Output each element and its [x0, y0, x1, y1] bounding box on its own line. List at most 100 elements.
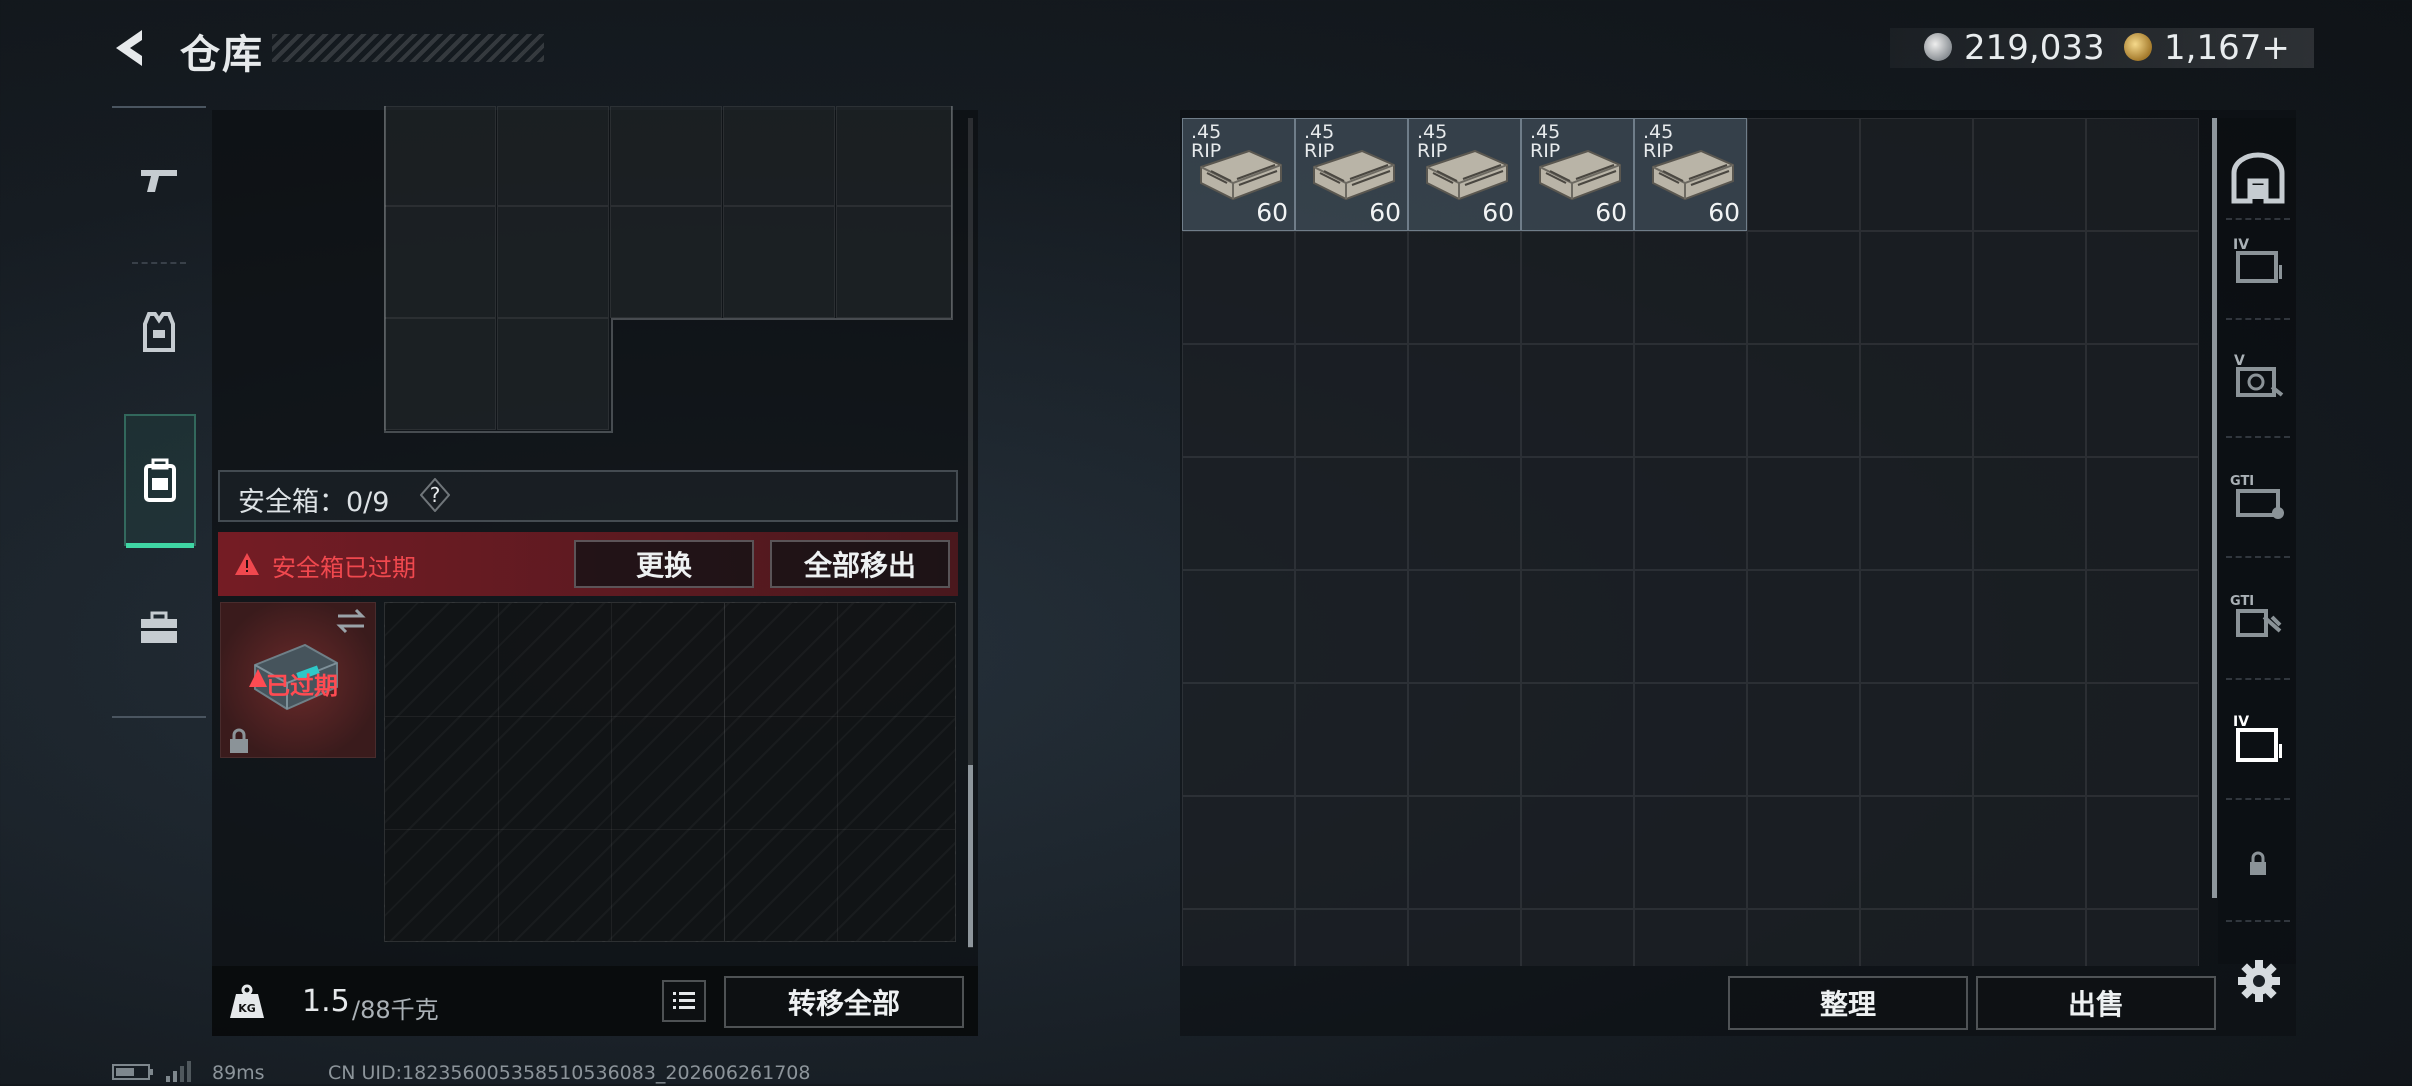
- grid-slot[interactable]: [1408, 909, 1521, 966]
- grid-slot[interactable]: [1408, 231, 1521, 344]
- grid-slot[interactable]: [1634, 796, 1747, 909]
- grid-slot[interactable]: [1973, 231, 2086, 344]
- grid-slot[interactable]: [1634, 344, 1747, 457]
- grid-slot[interactable]: [1973, 457, 2086, 570]
- grid-slot[interactable]: [1408, 683, 1521, 796]
- grid-slot[interactable]: [1295, 909, 1408, 966]
- help-icon[interactable]: ?: [419, 477, 451, 513]
- tab-locked[interactable]: [2226, 832, 2290, 896]
- grid-slot[interactable]: [1295, 683, 1408, 796]
- grid-slot[interactable]: [2086, 683, 2199, 796]
- grid-slot[interactable]: [1295, 796, 1408, 909]
- grid-slot[interactable]: [2086, 570, 2199, 683]
- backpack-scrollbar[interactable]: [968, 765, 973, 947]
- grid-slot[interactable]: [1634, 570, 1747, 683]
- grid-slot[interactable]: [1860, 457, 1973, 570]
- grid-slot[interactable]: [1521, 683, 1634, 796]
- tab-storage-v[interactable]: V: [2226, 344, 2290, 408]
- grid-slot[interactable]: [1973, 796, 2086, 909]
- grid-slot[interactable]: [1860, 909, 1973, 966]
- tab-storage-overview[interactable]: [2226, 146, 2290, 210]
- grid-slot[interactable]: [1973, 344, 2086, 457]
- sort-button[interactable]: 整理: [1728, 976, 1968, 1030]
- grid-slot[interactable]: [1521, 570, 1634, 683]
- grid-slot[interactable]: [1182, 231, 1295, 344]
- grid-slot[interactable]: [1860, 231, 1973, 344]
- grid-slot[interactable]: [1747, 796, 1860, 909]
- warehouse-grid: .45 RIP 60.45 RIP 60.45 RIP 60.45 RIP 60.45 RIP 60: [1182, 118, 2202, 966]
- tab-storage-iv[interactable]: IV: [2226, 228, 2290, 292]
- page-title: 仓库: [180, 32, 264, 78]
- grid-slot[interactable]: [1295, 570, 1408, 683]
- grid-slot[interactable]: [1408, 344, 1521, 457]
- grid-slot[interactable]: [1747, 344, 1860, 457]
- grid-slot[interactable]: [1973, 570, 2086, 683]
- grid-slot[interactable]: [2086, 118, 2199, 231]
- grid-slot[interactable]: [1295, 231, 1408, 344]
- grid-slot[interactable]: [2086, 457, 2199, 570]
- grid-slot[interactable]: [1408, 457, 1521, 570]
- grid-slot[interactable]: [1747, 118, 1860, 231]
- grid-slot[interactable]: [1634, 909, 1747, 966]
- grid-slot[interactable]: [1747, 683, 1860, 796]
- ammo-item[interactable]: .45 RIP 60: [1521, 118, 1634, 231]
- grid-slot[interactable]: [1634, 683, 1747, 796]
- swap-icon[interactable]: [336, 608, 366, 634]
- grid-slot[interactable]: [1521, 457, 1634, 570]
- grid-slot[interactable]: [1973, 683, 2086, 796]
- grid-slot[interactable]: [1747, 457, 1860, 570]
- weight-max: /88千克: [352, 996, 439, 1024]
- grid-slot[interactable]: [1408, 570, 1521, 683]
- tab-storage-gti-2[interactable]: GTI: [2226, 584, 2290, 648]
- gold-coin-icon: [2124, 33, 2152, 61]
- grid-slot[interactable]: [1182, 457, 1295, 570]
- sell-button[interactable]: 出售: [1976, 976, 2216, 1030]
- gold-currency-value[interactable]: 1,167+: [2164, 28, 2290, 68]
- grid-slot[interactable]: [1860, 796, 1973, 909]
- grid-slot[interactable]: [1182, 344, 1295, 457]
- ammo-item[interactable]: .45 RIP 60: [1634, 118, 1747, 231]
- replace-safebox-button[interactable]: 更换: [574, 540, 754, 588]
- category-backpack[interactable]: [124, 414, 196, 548]
- grid-slot[interactable]: [1295, 457, 1408, 570]
- category-weapons[interactable]: [112, 124, 206, 236]
- grid-slot[interactable]: [1408, 796, 1521, 909]
- ammo-item[interactable]: .45 RIP 60: [1295, 118, 1408, 231]
- grid-slot[interactable]: [1860, 683, 1973, 796]
- transfer-all-button[interactable]: 转移全部: [724, 976, 964, 1028]
- grid-slot[interactable]: [1182, 909, 1295, 966]
- grid-slot[interactable]: [1634, 457, 1747, 570]
- back-button[interactable]: [108, 24, 156, 72]
- grid-slot[interactable]: [2086, 796, 2199, 909]
- grid-slot[interactable]: [1747, 570, 1860, 683]
- grid-slot[interactable]: [1860, 570, 1973, 683]
- grid-slot[interactable]: [2086, 231, 2199, 344]
- grid-slot[interactable]: [1860, 118, 1973, 231]
- grid-slot[interactable]: [1747, 909, 1860, 966]
- ammo-item[interactable]: .45 RIP 60: [1408, 118, 1521, 231]
- grid-slot[interactable]: [1521, 344, 1634, 457]
- grid-slot[interactable]: [1634, 231, 1747, 344]
- grid-slot[interactable]: [1973, 118, 2086, 231]
- grid-slot[interactable]: [1973, 909, 2086, 966]
- grid-slot[interactable]: [1521, 231, 1634, 344]
- list-view-button[interactable]: [662, 980, 706, 1022]
- tab-storage-gti[interactable]: GTI: [2226, 464, 2290, 528]
- ammo-item[interactable]: .45 RIP 60: [1182, 118, 1295, 231]
- grid-slot[interactable]: [1182, 570, 1295, 683]
- category-armor[interactable]: [112, 276, 206, 388]
- category-toolbox[interactable]: [112, 572, 206, 684]
- tab-storage-iv-selected[interactable]: IV: [2226, 706, 2290, 770]
- remove-all-button[interactable]: 全部移出: [770, 540, 950, 588]
- grid-slot[interactable]: [2086, 344, 2199, 457]
- grid-slot[interactable]: [1182, 796, 1295, 909]
- grid-slot[interactable]: [1521, 909, 1634, 966]
- grid-slot[interactable]: [1747, 231, 1860, 344]
- grid-slot[interactable]: [1295, 344, 1408, 457]
- settings-gear-icon[interactable]: [2236, 958, 2282, 1004]
- grid-slot[interactable]: [1182, 683, 1295, 796]
- grid-slot[interactable]: [1860, 344, 1973, 457]
- grid-slot[interactable]: [1521, 796, 1634, 909]
- warehouse-scrollbar[interactable]: [2212, 118, 2217, 898]
- grid-slot[interactable]: [2086, 909, 2199, 966]
